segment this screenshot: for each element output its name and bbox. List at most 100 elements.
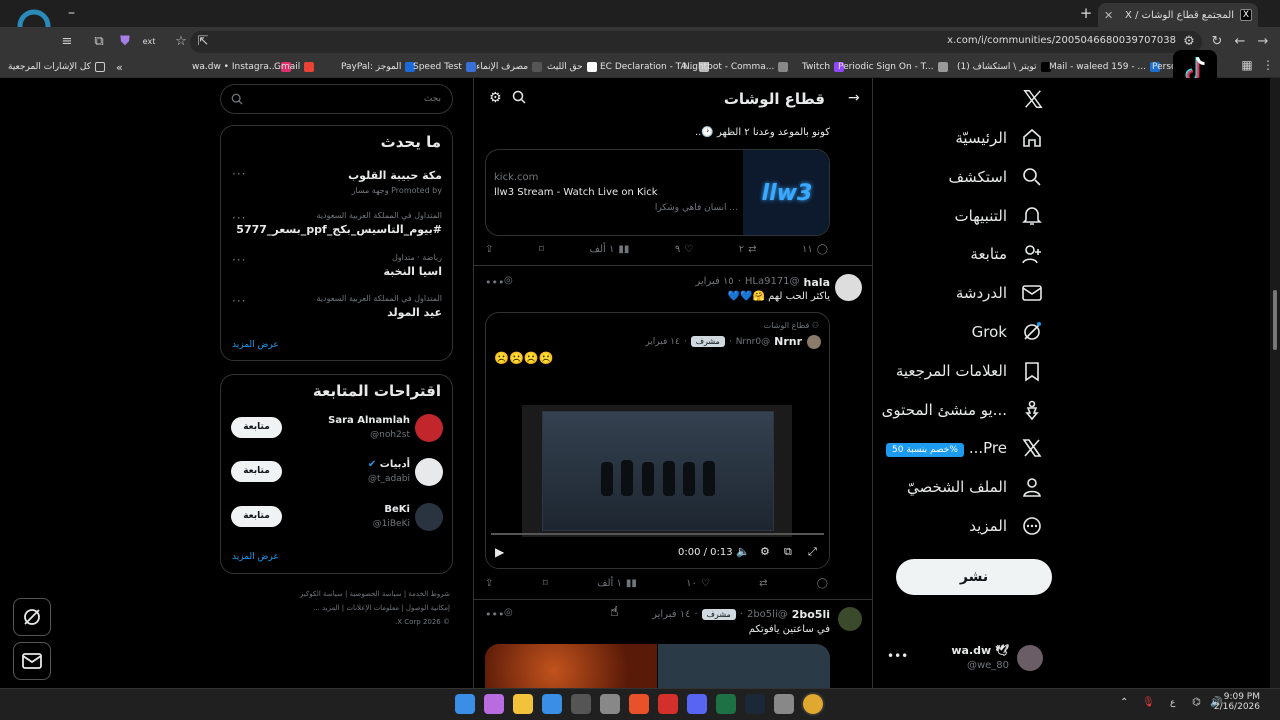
media-controls-icon[interactable]: ≡ [58, 33, 76, 51]
footer-link[interactable]: المزيد ... [313, 604, 340, 612]
bookmark-item[interactable]: Nightbot - Comma... [683, 60, 789, 74]
nav-item-more[interactable]: المزيد [969, 508, 1043, 544]
views-button[interactable]: ▮▮ ١ ألف [590, 244, 630, 255]
quoted-post[interactable]: ⚇ قطاع الوشات Nrnr @Nrnr0 · مشرف · ١٤ فب… [485, 312, 830, 569]
search-box[interactable] [220, 84, 453, 114]
steam-icon[interactable] [745, 694, 765, 714]
brave-icon[interactable] [629, 694, 649, 714]
nav-item-x-logo[interactable]: Pre... [969, 430, 1043, 466]
video-settings-icon[interactable]: ⚙ [760, 545, 770, 558]
copilot-icon[interactable] [484, 694, 504, 714]
footer-link[interactable]: إمكانية الوصول [406, 604, 450, 612]
footer-link[interactable]: معلومات الإعلانات [346, 604, 399, 612]
bookmark-item[interactable]: Periodic Sign On - T... [838, 60, 948, 74]
avatar[interactable] [835, 274, 862, 301]
views-button[interactable]: ▮▮ ١ ألف [597, 578, 637, 589]
author-handle[interactable]: @HLa9171 [745, 276, 800, 289]
back-icon[interactable]: ← [1231, 33, 1249, 51]
avatar[interactable] [838, 607, 862, 631]
trend-item[interactable]: المتداول في المملكة العربية السعودية عيد … [242, 294, 442, 319]
post-date[interactable]: ١٤ فبراير [652, 609, 690, 620]
nav-item-person-add[interactable]: متابعة [970, 236, 1043, 272]
grok-icon[interactable]: ◎ [504, 275, 513, 286]
footer-link[interactable]: سياسة الخصوصية [350, 590, 402, 598]
bookmark-item[interactable]: Gmail [274, 60, 315, 74]
calculator-icon[interactable] [571, 694, 591, 714]
nav-item-mail[interactable]: الدردشة [956, 275, 1043, 311]
trend-menu-icon[interactable]: ··· [232, 211, 246, 225]
footer-link[interactable]: شروط الخدمة [408, 590, 450, 598]
avatar[interactable] [1017, 645, 1043, 671]
windows-start-icon[interactable] [455, 694, 475, 714]
tab-close-icon[interactable]: ✕ [1104, 9, 1113, 22]
arc-icon[interactable] [774, 694, 794, 714]
trend-menu-icon[interactable]: ··· [232, 167, 246, 181]
settings-gear-icon[interactable]: ⚙ [489, 90, 505, 106]
pip-icon[interactable]: ⧉ [784, 545, 792, 559]
share-button[interactable]: ⇪ [485, 578, 493, 589]
avatar[interactable] [415, 414, 443, 442]
bookmark-item[interactable]: Speed Test [413, 60, 476, 74]
premium-discount-badge[interactable]: %خصم بنسبة 50 [886, 443, 964, 457]
reply-button[interactable]: ◯ [817, 578, 828, 589]
like-button[interactable]: ♡ ٩ [675, 244, 693, 255]
discord-icon[interactable] [687, 694, 707, 714]
bookmark-button[interactable]: ⌑ [539, 244, 544, 255]
reply-button[interactable]: ◯ ١١ [802, 244, 828, 255]
nav-item-bookmark[interactable]: العلامات المرجعية [896, 353, 1043, 389]
page-scrollbar[interactable] [1270, 78, 1280, 688]
obs-icon[interactable] [600, 694, 620, 714]
grok-float-button[interactable] [13, 598, 51, 636]
bookmark-button[interactable]: ⌑ [543, 578, 548, 589]
nav-item-grok[interactable]: Grok [972, 314, 1043, 350]
menu-dots-icon[interactable]: ⋮ [1262, 58, 1274, 76]
footer-link[interactable]: سياسة الكوكيز [300, 590, 343, 598]
repost-button[interactable]: ⇄ [759, 578, 767, 589]
post-menu-icon[interactable]: ••• [485, 276, 504, 289]
avatar[interactable] [415, 503, 443, 531]
grok-icon[interactable]: ◎ [504, 607, 513, 618]
trend-item[interactable]: المتداول في المملكة العربية السعودية #بيو… [236, 211, 442, 236]
send-to-device-icon[interactable]: ⇱ [194, 33, 212, 51]
bookmarks-overflow-icon[interactable]: « [116, 60, 123, 74]
excel-icon[interactable] [716, 694, 736, 714]
video-progress-track[interactable] [491, 533, 824, 535]
trend-menu-icon[interactable]: ··· [232, 294, 246, 308]
suggestion-name[interactable]: BeKi [384, 504, 410, 515]
new-tab-button[interactable]: + [1078, 5, 1094, 21]
bookmark-item[interactable]: مصرف الإنماء [476, 60, 543, 74]
trend-item[interactable]: رياضة · متداول اسيا النخبة [242, 253, 442, 278]
post-media[interactable] [485, 644, 830, 688]
url-text[interactable]: x.com/i/communities/2005046680039707038 [860, 35, 1176, 46]
search-icon[interactable] [512, 90, 528, 106]
bookmark-item[interactable]: (1) تويتر \ استكشاف [957, 60, 1051, 74]
browser-tab[interactable]: X المجتمع قطاع الوشات / X ✕ [1098, 3, 1258, 27]
microphone-icon[interactable]: 🎙 [1142, 697, 1155, 708]
show-more-link[interactable]: عرض المزيد [232, 340, 279, 350]
language-indicator[interactable]: ع [1170, 698, 1175, 708]
author-name[interactable]: hala [804, 276, 830, 289]
video-player[interactable]: ▶ 0:00 / 0:13 🔈 ⚙ ⧉ ⤢ [486, 373, 829, 568]
suggestion-name[interactable]: Sara Alnamlah [328, 415, 410, 426]
nav-item-bell[interactable]: التنبيهات [955, 198, 1043, 234]
search-input[interactable] [251, 90, 441, 108]
suggestion-name[interactable]: أدبيات ✔ [368, 459, 410, 470]
link-card[interactable]: llw3 kick.com llw3 Stream - Watch Live o… [485, 149, 830, 236]
author-handle[interactable]: @2bo5li [747, 609, 788, 620]
follow-button[interactable]: متابعة [231, 417, 282, 438]
messages-float-button[interactable] [13, 642, 51, 680]
bookmark-item[interactable]: PayPal: الموجز [341, 60, 416, 74]
play-icon[interactable]: ▶ [495, 545, 504, 559]
account-menu-icon[interactable]: ••• [887, 649, 908, 663]
post-button[interactable]: نشر [896, 559, 1052, 595]
fullscreen-icon[interactable]: ⤢ [808, 545, 817, 559]
nav-item-creator[interactable]: ...يو منشئ المحتوى [882, 392, 1043, 428]
ext-icon[interactable]: ext [140, 33, 158, 51]
repost-button[interactable]: ⇄ ٢ [739, 244, 757, 255]
trend-item[interactable]: مكة حبيبة القلوب Promoted by وجهة مسار [242, 166, 442, 195]
follow-button[interactable]: متابعة [231, 506, 282, 527]
volume-icon[interactable]: 🔈 [736, 545, 750, 558]
trend-menu-icon[interactable]: ··· [232, 253, 246, 267]
x-logo-icon[interactable] [1022, 88, 1046, 112]
nav-item-home[interactable]: الرئيسيّة [955, 120, 1043, 156]
